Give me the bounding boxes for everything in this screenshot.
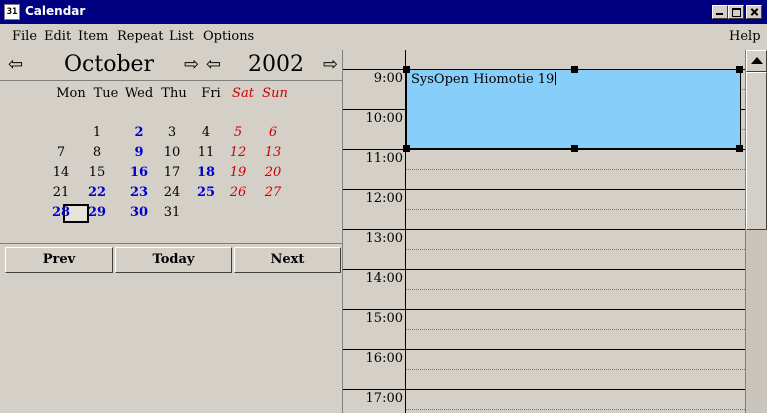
hour-label: 14:00 <box>365 271 403 286</box>
hour-line <box>343 389 745 390</box>
prev-year-arrow-icon[interactable]: ⇦ <box>206 54 221 75</box>
day-26[interactable]: 26 <box>223 185 253 200</box>
close-button[interactable] <box>746 5 762 19</box>
day-28[interactable]: 28 <box>46 205 76 220</box>
hour-label: 9:00 <box>373 71 403 86</box>
minimize-button[interactable] <box>712 5 728 19</box>
day-5[interactable]: 5 <box>223 125 253 140</box>
month-title: October <box>64 52 155 77</box>
weekday-wed: Wed <box>124 86 154 101</box>
day-27[interactable]: 27 <box>258 185 288 200</box>
calendar-divider <box>0 243 343 244</box>
vertical-scrollbar[interactable] <box>745 50 767 413</box>
hour-label: 10:00 <box>365 111 403 126</box>
menu-help[interactable]: Help <box>729 29 761 44</box>
weekday-fri: Fri <box>201 86 221 101</box>
day-21[interactable]: 21 <box>46 185 76 200</box>
day-3[interactable]: 3 <box>157 125 187 140</box>
day-15[interactable]: 15 <box>82 165 112 180</box>
day-18[interactable]: 18 <box>191 165 221 180</box>
hour-label: 17:00 <box>365 391 403 406</box>
title-bar: 31 Calendar <box>0 0 767 24</box>
menu-repeat[interactable]: Repeat <box>117 29 163 44</box>
weekday-tue: Tue <box>93 86 119 101</box>
menu-item[interactable]: Item <box>78 29 108 44</box>
hour-label: 16:00 <box>365 351 403 366</box>
month-panel: ⇦ October ⇨ ⇦ 2002 ⇨ Mon Tue Wed Thu Fri… <box>0 50 343 413</box>
day-11[interactable]: 11 <box>191 145 221 160</box>
maximize-button[interactable] <box>728 5 744 19</box>
day-17[interactable]: 17 <box>157 165 187 180</box>
day-29[interactable]: 29 <box>82 205 112 220</box>
day-24[interactable]: 24 <box>157 185 187 200</box>
resize-handle-top-right[interactable] <box>736 66 743 73</box>
resize-handle-bottom-left[interactable] <box>403 145 410 152</box>
day-8[interactable]: 8 <box>82 145 112 160</box>
day-10[interactable]: 10 <box>157 145 187 160</box>
day-6[interactable]: 6 <box>258 125 288 140</box>
hour-line <box>343 269 745 270</box>
day-31[interactable]: 31 <box>157 205 187 220</box>
day-12[interactable]: 12 <box>223 145 253 160</box>
half-hour-line <box>406 329 745 330</box>
hour-line <box>343 309 745 310</box>
day-19[interactable]: 19 <box>223 165 253 180</box>
day-16[interactable]: 16 <box>124 165 154 180</box>
appointment[interactable]: SysOpen Hiomotie 19 <box>406 69 741 149</box>
menu-list[interactable]: List <box>169 29 194 44</box>
day-25[interactable]: 25 <box>191 185 221 200</box>
menu-edit[interactable]: Edit <box>44 29 71 44</box>
half-hour-line <box>406 209 745 210</box>
half-hour-line <box>406 249 745 250</box>
window-title: Calendar <box>25 4 86 18</box>
hour-label: 15:00 <box>365 311 403 326</box>
next-button[interactable]: Next <box>234 247 341 273</box>
day-22[interactable]: 22 <box>82 185 112 200</box>
day-7[interactable]: 7 <box>46 145 76 160</box>
half-hour-line <box>406 289 745 290</box>
weekday-sun: Sun <box>262 86 288 101</box>
menu-options[interactable]: Options <box>203 29 254 44</box>
resize-handle-bottom-right[interactable] <box>736 145 743 152</box>
weekday-thu: Thu <box>161 86 187 101</box>
day-20[interactable]: 20 <box>258 165 288 180</box>
hour-label: 12:00 <box>365 191 403 206</box>
day-view: 9:00 10:00 11:00 12:00 13:00 14:00 15:00 16:00 1… <box>343 50 767 413</box>
day-9[interactable]: 9 <box>124 145 154 160</box>
day-13[interactable]: 13 <box>258 145 288 160</box>
menu-file[interactable]: File <box>12 29 37 44</box>
day-30[interactable]: 30 <box>124 205 154 220</box>
menu-bar: File Edit Item Repeat List Options Help <box>0 24 767 48</box>
resize-handle-top-left[interactable] <box>403 66 410 73</box>
scroll-up-arrow-icon[interactable] <box>746 50 767 72</box>
resize-handle-bottom[interactable] <box>571 145 578 152</box>
hour-label: 13:00 <box>365 231 403 246</box>
day-4[interactable]: 4 <box>191 125 221 140</box>
prev-month-arrow-icon[interactable]: ⇦ <box>8 54 23 75</box>
day-1[interactable]: 1 <box>82 125 112 140</box>
prev-button[interactable]: Prev <box>5 247 113 273</box>
calendar-app-icon[interactable]: 31 <box>4 4 20 20</box>
resize-handle-top[interactable] <box>571 66 578 73</box>
hour-line <box>343 229 745 230</box>
hour-line <box>343 349 745 350</box>
half-hour-line <box>406 369 745 370</box>
year-title: 2002 <box>248 52 304 77</box>
today-button[interactable]: Today <box>115 247 232 273</box>
day-23[interactable]: 23 <box>124 185 154 200</box>
appointment-text[interactable]: SysOpen Hiomotie 19 <box>411 72 556 87</box>
hour-label: 11:00 <box>365 151 403 166</box>
weekday-mon: Mon <box>56 86 86 101</box>
half-hour-line <box>406 169 745 170</box>
half-hour-line <box>406 409 745 410</box>
day-14[interactable]: 14 <box>46 165 76 180</box>
day-2[interactable]: 2 <box>124 125 154 140</box>
next-month-arrow-icon[interactable]: ⇨ <box>184 54 199 75</box>
scroll-thumb[interactable] <box>746 72 767 230</box>
weekday-sat: Sat <box>232 86 254 101</box>
header-divider <box>0 80 343 81</box>
next-year-arrow-icon[interactable]: ⇨ <box>323 54 338 75</box>
hour-line <box>343 189 745 190</box>
